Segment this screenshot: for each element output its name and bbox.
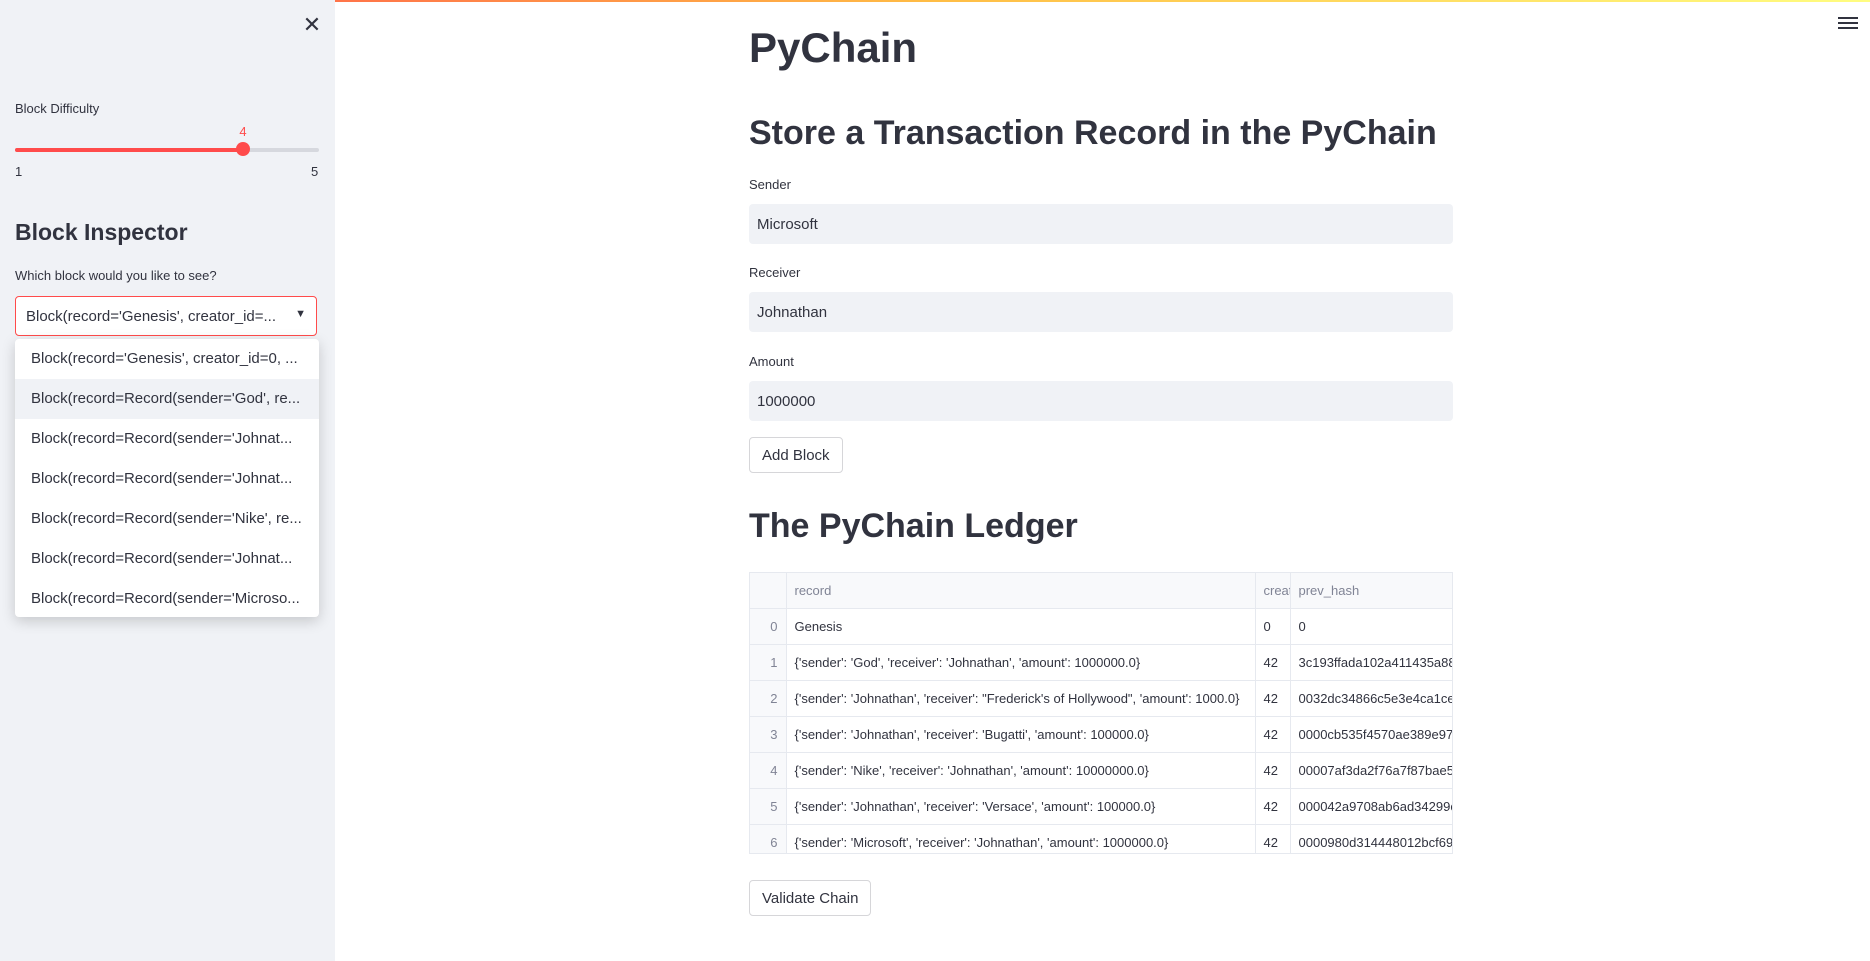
prev-hash-cell[interactable]: 0000980d314448012bcf695 xyxy=(1290,824,1452,853)
row-index: 3 xyxy=(750,716,787,753)
column-header-record[interactable]: record xyxy=(786,573,1256,609)
difficulty-label: Block Difficulty xyxy=(15,101,100,116)
record-cell[interactable]: {'sender': 'Microsoft', 'receiver': 'Joh… xyxy=(786,824,1256,853)
creator-cell[interactable]: 42 xyxy=(1255,788,1291,825)
dropdown-option[interactable]: Block(record=Record(sender='Nike', re... xyxy=(15,499,319,539)
amount-input[interactable] xyxy=(749,381,1453,421)
table-row: 6 {'sender': 'Microsoft', 'receiver': 'J… xyxy=(750,824,1452,853)
creator-cell[interactable]: 42 xyxy=(1255,752,1291,789)
creator-cell[interactable]: 42 xyxy=(1255,824,1291,853)
dropdown-option[interactable]: Block(record='Genesis', creator_id=0, ..… xyxy=(15,339,319,379)
record-cell[interactable]: {'sender': 'Johnathan', 'receiver': "Fre… xyxy=(786,680,1256,717)
block-dropdown-menu: Block(record='Genesis', creator_id=0, ..… xyxy=(15,339,319,617)
difficulty-slider[interactable]: 4 xyxy=(15,124,319,156)
dropdown-option[interactable]: Block(record=Record(sender='Johnat... xyxy=(15,419,319,459)
block-select-label: Which block would you like to see? xyxy=(15,268,217,283)
record-cell[interactable]: {'sender': 'Nike', 'receiver': 'Johnatha… xyxy=(786,752,1256,789)
amount-label: Amount xyxy=(749,354,794,369)
prev-hash-cell[interactable]: 0032dc34866c5e3e4ca1ce xyxy=(1290,680,1452,717)
column-header-creator[interactable]: creat xyxy=(1255,573,1291,609)
slider-min-label: 1 xyxy=(15,164,23,179)
prev-hash-cell[interactable]: 0000cb535f4570ae389e977 xyxy=(1290,716,1452,753)
dropdown-option[interactable]: Block(record=Record(sender='Johnat... xyxy=(15,539,319,579)
sender-input[interactable] xyxy=(749,204,1453,244)
row-index: 6 xyxy=(750,824,787,853)
column-header-prev-hash[interactable]: prev_hash xyxy=(1290,573,1452,609)
creator-cell[interactable]: 42 xyxy=(1255,644,1291,681)
prev-hash-cell[interactable]: 3c193ffada102a411435a88 xyxy=(1290,644,1452,681)
index-header xyxy=(750,573,787,609)
block-select[interactable]: Block(record='Genesis', creator_id=... ▼ xyxy=(15,296,317,336)
dropdown-option[interactable]: Block(record=Record(sender='God', re... xyxy=(15,379,319,419)
validate-chain-button[interactable]: Validate Chain xyxy=(749,880,872,916)
table-row: 4 {'sender': 'Nike', 'receiver': 'Johnat… xyxy=(750,752,1452,789)
page-title: PyChain xyxy=(749,24,918,71)
record-cell[interactable]: {'sender': 'Johnathan', 'receiver': 'Bug… xyxy=(786,716,1256,753)
record-cell[interactable]: Genesis xyxy=(786,608,1256,645)
caret-down-icon: ▼ xyxy=(295,308,306,320)
slider-fill xyxy=(15,148,243,152)
receiver-input[interactable] xyxy=(749,292,1453,332)
block-select-value: Block(record='Genesis', creator_id=... xyxy=(26,308,277,325)
row-index: 5 xyxy=(750,788,787,825)
add-block-button[interactable]: Add Block xyxy=(749,437,843,473)
table-row: 3 {'sender': 'Johnathan', 'receiver': 'B… xyxy=(750,716,1452,753)
dropdown-option[interactable]: Block(record=Record(sender='Johnat... xyxy=(15,459,319,499)
hamburger-menu-icon[interactable] xyxy=(1838,14,1858,32)
close-icon[interactable]: ✕ xyxy=(300,12,324,38)
slider-value: 4 xyxy=(239,124,247,139)
row-index: 0 xyxy=(750,608,787,645)
ledger-table[interactable]: record creat prev_hash 0 Genesis 0 0 1 {… xyxy=(749,572,1453,854)
receiver-label: Receiver xyxy=(749,265,801,280)
transaction-heading: Store a Transaction Record in the PyChai… xyxy=(749,114,1437,152)
table-header-row: record creat prev_hash xyxy=(750,573,1452,609)
creator-cell[interactable]: 42 xyxy=(1255,680,1291,717)
creator-cell[interactable]: 0 xyxy=(1255,608,1291,645)
row-index: 2 xyxy=(750,680,787,717)
table-row: 5 {'sender': 'Johnathan', 'receiver': 'V… xyxy=(750,788,1452,825)
sidebar: ✕ Block Difficulty 4 1 5 Block Inspector… xyxy=(0,0,335,961)
prev-hash-cell[interactable]: 00007af3da2f76a7f87bae5 xyxy=(1290,752,1452,789)
sender-label: Sender xyxy=(749,177,791,192)
creator-cell[interactable]: 42 xyxy=(1255,716,1291,753)
block-inspector-heading: Block Inspector xyxy=(15,219,188,245)
slider-thumb[interactable] xyxy=(236,142,250,156)
slider-max-label: 5 xyxy=(311,164,319,179)
dropdown-option[interactable]: Block(record=Record(sender='Microso... xyxy=(15,579,319,619)
row-index: 1 xyxy=(750,644,787,681)
record-cell[interactable]: {'sender': 'God', 'receiver': 'Johnathan… xyxy=(786,644,1256,681)
table-row: 2 {'sender': 'Johnathan', 'receiver': "F… xyxy=(750,680,1452,717)
record-cell[interactable]: {'sender': 'Johnathan', 'receiver': 'Ver… xyxy=(786,788,1256,825)
prev-hash-cell[interactable]: 000042a9708ab6ad34299c xyxy=(1290,788,1452,825)
table-row: 1 {'sender': 'God', 'receiver': 'Johnath… xyxy=(750,644,1452,681)
prev-hash-cell[interactable]: 0 xyxy=(1290,608,1452,645)
table-row: 0 Genesis 0 0 xyxy=(750,608,1452,645)
row-index: 4 xyxy=(750,752,787,789)
ledger-heading: The PyChain Ledger xyxy=(749,507,1078,545)
